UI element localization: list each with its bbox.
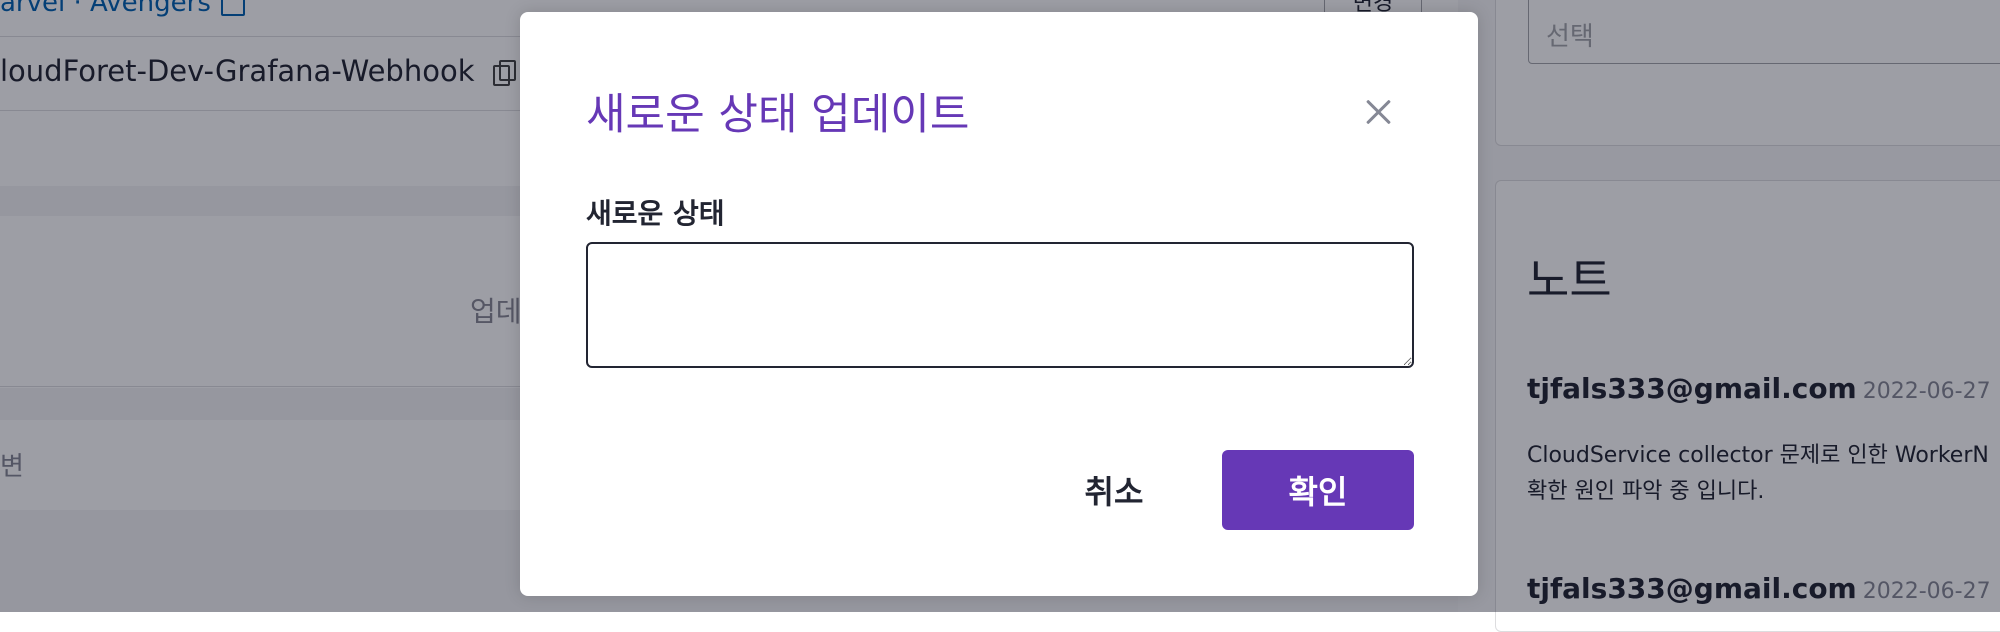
confirm-button[interactable]: 확인 bbox=[1222, 450, 1414, 530]
new-status-label: 새로운 상태 bbox=[586, 197, 725, 230]
status-update-modal: 새로운 상태 업데이트 새로운 상태 취소 확인 bbox=[520, 12, 1478, 596]
new-status-textarea[interactable] bbox=[586, 242, 1414, 368]
modal-title: 새로운 상태 업데이트 bbox=[586, 90, 970, 140]
close-icon[interactable] bbox=[1358, 92, 1398, 132]
cancel-button[interactable]: 취소 bbox=[1034, 450, 1194, 530]
